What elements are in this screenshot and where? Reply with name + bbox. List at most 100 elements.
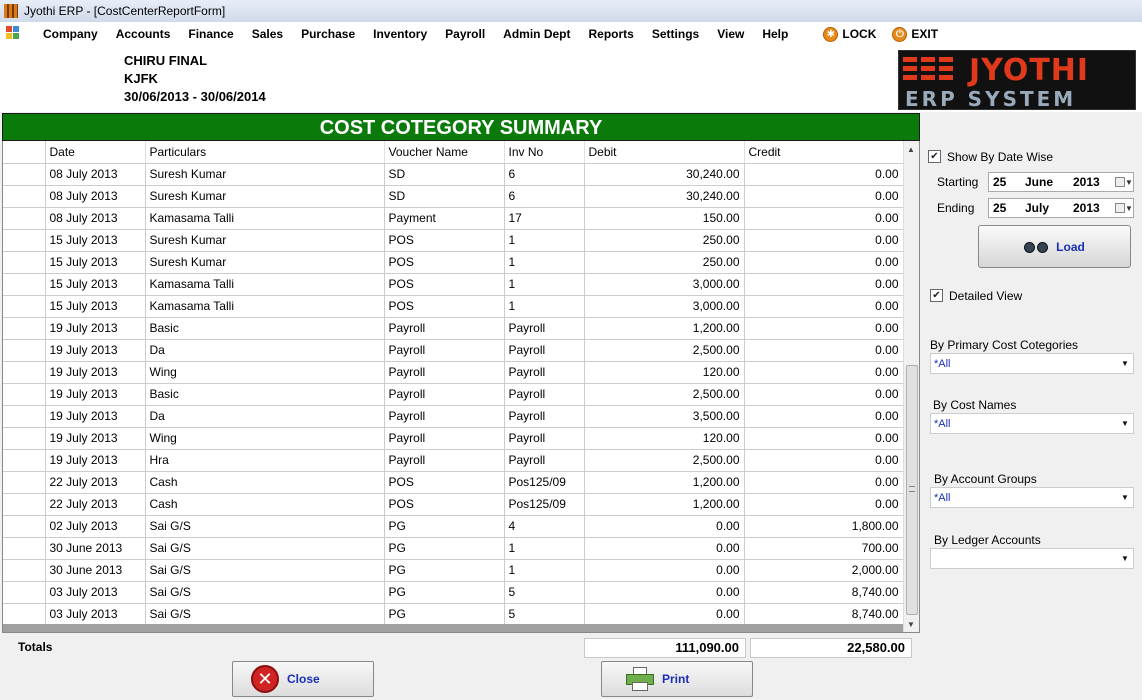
voucher-name-cell[interactable]: PG bbox=[384, 559, 505, 582]
credit-cell[interactable]: 0.00 bbox=[744, 427, 904, 450]
credit-cell[interactable]: 0.00 bbox=[744, 251, 904, 274]
row-header-cell[interactable] bbox=[3, 449, 46, 472]
particulars-cell[interactable]: Sai G/S bbox=[145, 559, 385, 582]
inv-no-cell[interactable]: 17 bbox=[504, 207, 585, 230]
date-cell[interactable]: 15 July 2013 bbox=[45, 295, 146, 318]
voucher-name-cell[interactable]: SD bbox=[384, 185, 505, 208]
particulars-cell[interactable]: Kamasama Talli bbox=[145, 295, 385, 318]
voucher-name-cell[interactable]: SD bbox=[384, 163, 505, 186]
row-header-cell[interactable] bbox=[3, 229, 46, 252]
starting-calendar-dropdown[interactable]: ▼ bbox=[1115, 173, 1133, 191]
date-cell[interactable]: 19 July 2013 bbox=[45, 427, 146, 450]
credit-cell[interactable]: 1,800.00 bbox=[744, 515, 904, 538]
date-cell[interactable]: 19 July 2013 bbox=[45, 405, 146, 428]
date-cell[interactable]: 15 July 2013 bbox=[45, 251, 146, 274]
inv-no-cell[interactable]: 5 bbox=[504, 581, 585, 604]
inv-no-cell[interactable]: Payroll bbox=[504, 449, 585, 472]
menu-item-inventory[interactable]: Inventory bbox=[364, 27, 436, 41]
row-header-cell[interactable] bbox=[3, 405, 46, 428]
row-header-cell[interactable] bbox=[3, 339, 46, 362]
particulars-cell[interactable]: Suresh Kumar bbox=[145, 185, 385, 208]
debit-cell[interactable]: 3,000.00 bbox=[584, 295, 745, 318]
table-row[interactable]: 03 July 2013 Sai G/S PG 5 0.00 8,740.00 bbox=[3, 581, 904, 604]
particulars-cell[interactable]: Sai G/S bbox=[145, 581, 385, 604]
voucher-name-cell[interactable]: Payroll bbox=[384, 339, 505, 362]
voucher-name-cell[interactable]: PG bbox=[384, 603, 505, 626]
date-cell[interactable]: 19 July 2013 bbox=[45, 383, 146, 406]
inv-no-cell[interactable]: Payroll bbox=[504, 339, 585, 362]
menu-item-payroll[interactable]: Payroll bbox=[436, 27, 494, 41]
row-header-cell[interactable] bbox=[3, 603, 46, 626]
table-row[interactable]: 30 June 2013 Sai G/S PG 1 0.00 700.00 bbox=[3, 537, 904, 560]
menu-item-company[interactable]: Company bbox=[34, 27, 107, 41]
voucher-name-cell[interactable]: PG bbox=[384, 581, 505, 604]
voucher-name-cell[interactable]: POS bbox=[384, 273, 505, 296]
table-row[interactable]: 19 July 2013 Hra Payroll Payroll 2,500.00 0.0… bbox=[3, 449, 904, 472]
row-header-cell[interactable] bbox=[3, 515, 46, 538]
inv-no-cell[interactable]: 1 bbox=[504, 229, 585, 252]
table-row[interactable]: 08 July 2013 Suresh Kumar SD 6 30,240.00 0.00 bbox=[3, 163, 904, 186]
table-row[interactable]: 03 July 2013 Sai G/S PG 5 0.00 8,740.00 bbox=[3, 603, 904, 626]
voucher-name-cell[interactable]: Payroll bbox=[384, 317, 505, 340]
debit-cell[interactable]: 3,000.00 bbox=[584, 273, 745, 296]
debit-cell[interactable]: 30,240.00 bbox=[584, 185, 745, 208]
credit-cell[interactable]: 0.00 bbox=[744, 317, 904, 340]
row-header-cell[interactable] bbox=[3, 471, 46, 494]
debit-cell[interactable]: 3,500.00 bbox=[584, 405, 745, 428]
credit-cell[interactable]: 0.00 bbox=[744, 207, 904, 230]
scroll-up-icon[interactable]: ▲ bbox=[907, 145, 915, 154]
table-row[interactable]: 19 July 2013 Wing Payroll Payroll 120.00 0.00 bbox=[3, 361, 904, 384]
load-button[interactable]: Load bbox=[978, 225, 1131, 268]
menu-item-help[interactable]: Help bbox=[753, 27, 797, 41]
scroll-down-icon[interactable]: ▼ bbox=[907, 620, 915, 629]
inv-no-cell[interactable]: Payroll bbox=[504, 317, 585, 340]
table-row[interactable]: 15 July 2013 Suresh Kumar POS 1 250.00 0.00 bbox=[3, 229, 904, 252]
particulars-cell[interactable]: Basic bbox=[145, 317, 385, 340]
particulars-cell[interactable]: Sai G/S bbox=[145, 603, 385, 626]
voucher-name-cell[interactable]: Payroll bbox=[384, 405, 505, 428]
inv-no-cell[interactable]: Pos125/09 bbox=[504, 471, 585, 494]
menu-item-reports[interactable]: Reports bbox=[580, 27, 643, 41]
row-header-cell[interactable] bbox=[3, 207, 46, 230]
column-header-debit[interactable]: Debit bbox=[584, 141, 745, 164]
debit-cell[interactable]: 0.00 bbox=[584, 581, 745, 604]
debit-cell[interactable]: 0.00 bbox=[584, 515, 745, 538]
date-cell[interactable]: 19 July 2013 bbox=[45, 361, 146, 384]
exit-button[interactable]: ⏻ EXIT bbox=[884, 26, 946, 42]
row-header-cell[interactable] bbox=[3, 273, 46, 296]
voucher-name-cell[interactable]: POS bbox=[384, 251, 505, 274]
debit-cell[interactable]: 250.00 bbox=[584, 229, 745, 252]
inv-no-cell[interactable]: 6 bbox=[504, 163, 585, 186]
particulars-cell[interactable]: Da bbox=[145, 339, 385, 362]
menu-item-finance[interactable]: Finance bbox=[179, 27, 242, 41]
credit-cell[interactable]: 0.00 bbox=[744, 229, 904, 252]
debit-cell[interactable]: 120.00 bbox=[584, 361, 745, 384]
credit-cell[interactable]: 0.00 bbox=[744, 273, 904, 296]
credit-cell[interactable]: 0.00 bbox=[744, 383, 904, 406]
credit-cell[interactable]: 0.00 bbox=[744, 449, 904, 472]
date-cell[interactable]: 15 July 2013 bbox=[45, 273, 146, 296]
voucher-name-cell[interactable]: Payroll bbox=[384, 427, 505, 450]
row-header-cell[interactable] bbox=[3, 383, 46, 406]
credit-cell[interactable]: 0.00 bbox=[744, 185, 904, 208]
date-cell[interactable]: 03 July 2013 bbox=[45, 581, 146, 604]
credit-cell[interactable]: 0.00 bbox=[744, 471, 904, 494]
debit-cell[interactable]: 30,240.00 bbox=[584, 163, 745, 186]
row-header-cell[interactable] bbox=[3, 493, 46, 516]
voucher-name-cell[interactable]: PG bbox=[384, 515, 505, 538]
row-header-cell[interactable] bbox=[3, 185, 46, 208]
inv-no-cell[interactable]: 6 bbox=[504, 185, 585, 208]
column-header-date[interactable]: Date bbox=[45, 141, 146, 164]
scroll-thumb[interactable] bbox=[906, 365, 918, 615]
menu-item-accounts[interactable]: Accounts bbox=[107, 27, 180, 41]
table-row[interactable]: 19 July 2013 Basic Payroll Payroll 2,500.00 0… bbox=[3, 383, 904, 406]
ledger-accounts-select[interactable]: ▼ bbox=[930, 548, 1134, 569]
row-header-cell[interactable] bbox=[3, 295, 46, 318]
date-cell[interactable]: 03 July 2013 bbox=[45, 603, 146, 626]
row-header-cell[interactable] bbox=[3, 559, 46, 582]
lock-button[interactable]: ✱ LOCK bbox=[815, 26, 884, 42]
date-cell[interactable]: 08 July 2013 bbox=[45, 207, 146, 230]
report-grid[interactable]: Date Particulars Voucher Name Inv No Deb… bbox=[2, 141, 920, 633]
table-row[interactable]: 19 July 2013 Basic Payroll Payroll 1,200.00 0… bbox=[3, 317, 904, 340]
inv-no-cell[interactable]: Payroll bbox=[504, 427, 585, 450]
